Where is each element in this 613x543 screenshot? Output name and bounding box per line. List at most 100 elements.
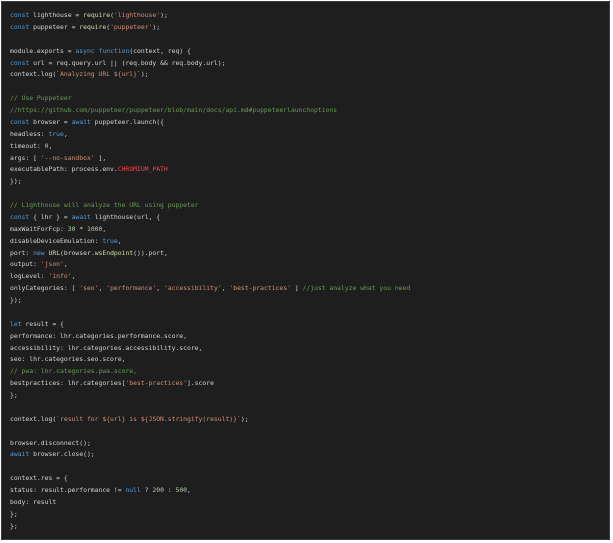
code-token: 'json' [40, 260, 64, 269]
code-token: true [102, 236, 118, 245]
code-token: require [83, 11, 111, 19]
code-token: , [48, 141, 53, 150]
code-token: const [10, 58, 30, 67]
code-line: performance: lhr.categories.performance.… [10, 331, 410, 343]
code-token: ); [140, 70, 149, 79]
code-token: 'best-practices' [229, 284, 291, 293]
code-token: module.exports = [10, 46, 76, 55]
code-token: ], [94, 153, 107, 162]
code-token: const [10, 22, 30, 31]
code-token: await [71, 212, 91, 221]
code-token: 'info' [48, 272, 72, 281]
code-line: }; [10, 521, 410, 533]
code-token: lighthouse(url, { [90, 212, 161, 221]
code-token: args: [ [10, 153, 41, 162]
code-token: 'performance' [106, 284, 157, 293]
code-line: output: 'json', [10, 259, 410, 271]
code-token: async [75, 46, 95, 55]
code-line: onlyCategories: [ 'seo', 'performance', … [10, 283, 410, 295]
code-line: disableDeviceEmulation: true, [10, 236, 410, 248]
code-token: '--no-sandbox' [40, 153, 95, 162]
code-token: }; [10, 391, 18, 399]
code-token: , [156, 284, 164, 293]
code-token: // Lighthouse will analyze the URL using… [10, 201, 199, 209]
code-line: }; [10, 390, 410, 402]
code-token: ); [152, 22, 161, 31]
code-line: status: result.performance != null ? 200… [10, 485, 410, 497]
code-token: logLevel: [10, 272, 49, 281]
code-line: const puppeteer = require('puppeteer'); [10, 22, 410, 34]
code-token: puppeteer.launch({ [90, 117, 164, 126]
code-token: await [71, 117, 91, 126]
code-token: , [102, 224, 107, 233]
code-token: browser = [29, 117, 72, 126]
code-line: seo: lhr.categories.seo.score, [10, 354, 410, 366]
code-line: headless: true, [10, 129, 410, 141]
code-token: * [75, 224, 87, 233]
code-line: args: [ '--no-sandbox' ], [10, 153, 410, 165]
code-line: // Lighthouse will analyze the URL using… [10, 200, 410, 212]
code-token: context.log( [10, 70, 57, 79]
code-token: context.log( [10, 414, 57, 423]
code-token: //just analyze what you need [302, 284, 411, 293]
code-token: puppeteer = [29, 22, 80, 31]
code-line: module.exports = async function(context,… [10, 46, 410, 58]
code-line: }); [10, 295, 410, 307]
code-token: 1000 [86, 224, 103, 233]
code-line: executablePath: process.env.CHROMIUM_PAT… [10, 164, 410, 176]
code-line: bestpractices: lhr.categories['best-prac… [10, 378, 410, 390]
code-token: 'accessibility' [163, 284, 222, 293]
code-token: ] [290, 284, 303, 293]
code-token: headless: [10, 129, 49, 138]
code-token: body: result [10, 497, 57, 506]
code-token: await [10, 450, 30, 459]
code-line: timeout: 0, [10, 141, 410, 153]
code-token: }; [10, 509, 18, 518]
code-token: ].score [187, 379, 214, 388]
code-token: disableDeviceEmulation: [10, 236, 103, 245]
code-line: }; [10, 509, 410, 521]
code-token: }); [10, 296, 22, 304]
code-token: maxWaitForFcp: [10, 224, 68, 233]
code-line: maxWaitForFcp: 30 * 1000, [10, 224, 410, 236]
code-token: accessibility: lhr.categories.accessibil… [10, 343, 203, 352]
code-token: const [10, 212, 30, 221]
code-token: const [10, 11, 30, 19]
code-token: result = { [21, 319, 64, 328]
code-token: : [163, 486, 176, 494]
code-token: , [71, 272, 76, 281]
code-token: , [187, 486, 191, 494]
code-token: ); [240, 414, 249, 423]
code-token: true [48, 129, 64, 138]
code-line: body: result [10, 497, 410, 509]
code-token: lighthouse = [29, 11, 84, 19]
code-token: // Use Puppeteer [10, 94, 72, 103]
code-token: 'best-practices' [125, 379, 187, 388]
code-token: new [33, 248, 45, 257]
code-token: (context, req) { [129, 46, 191, 55]
code-token: , [63, 260, 68, 269]
code-line: const url = req.query.url || (req.body &… [10, 58, 410, 70]
code-token: `Analyzing URL ${url}` [56, 70, 141, 79]
code-token: ()).port, [133, 248, 168, 257]
code-token: onlyCategories: [ [10, 284, 80, 293]
code-token: , [117, 236, 122, 245]
code-line: context.res = { [10, 473, 410, 485]
code-token: ); [160, 11, 168, 19]
code-token: context.res = { [10, 474, 68, 483]
code-viewer: const lighthouse = require('lighthouse')… [1, 1, 610, 540]
code-line: accessibility: lhr.categories.accessibil… [10, 343, 410, 355]
code-token: output: [10, 260, 41, 269]
code-line: await browser.close(); [10, 449, 410, 461]
code-line: let result = { [10, 319, 410, 331]
code-token: // pwa: lhr.categories.pwa.score, [10, 367, 137, 376]
code-token: }; [10, 521, 18, 530]
code-line: }); [10, 176, 410, 188]
code-token: ? [140, 486, 153, 494]
code-token: bestpractices: lhr.categories[ [10, 379, 126, 388]
code-token: seo: lhr.categories.seo.score, [10, 355, 126, 364]
code-token: executablePath: process.env. [10, 165, 118, 174]
